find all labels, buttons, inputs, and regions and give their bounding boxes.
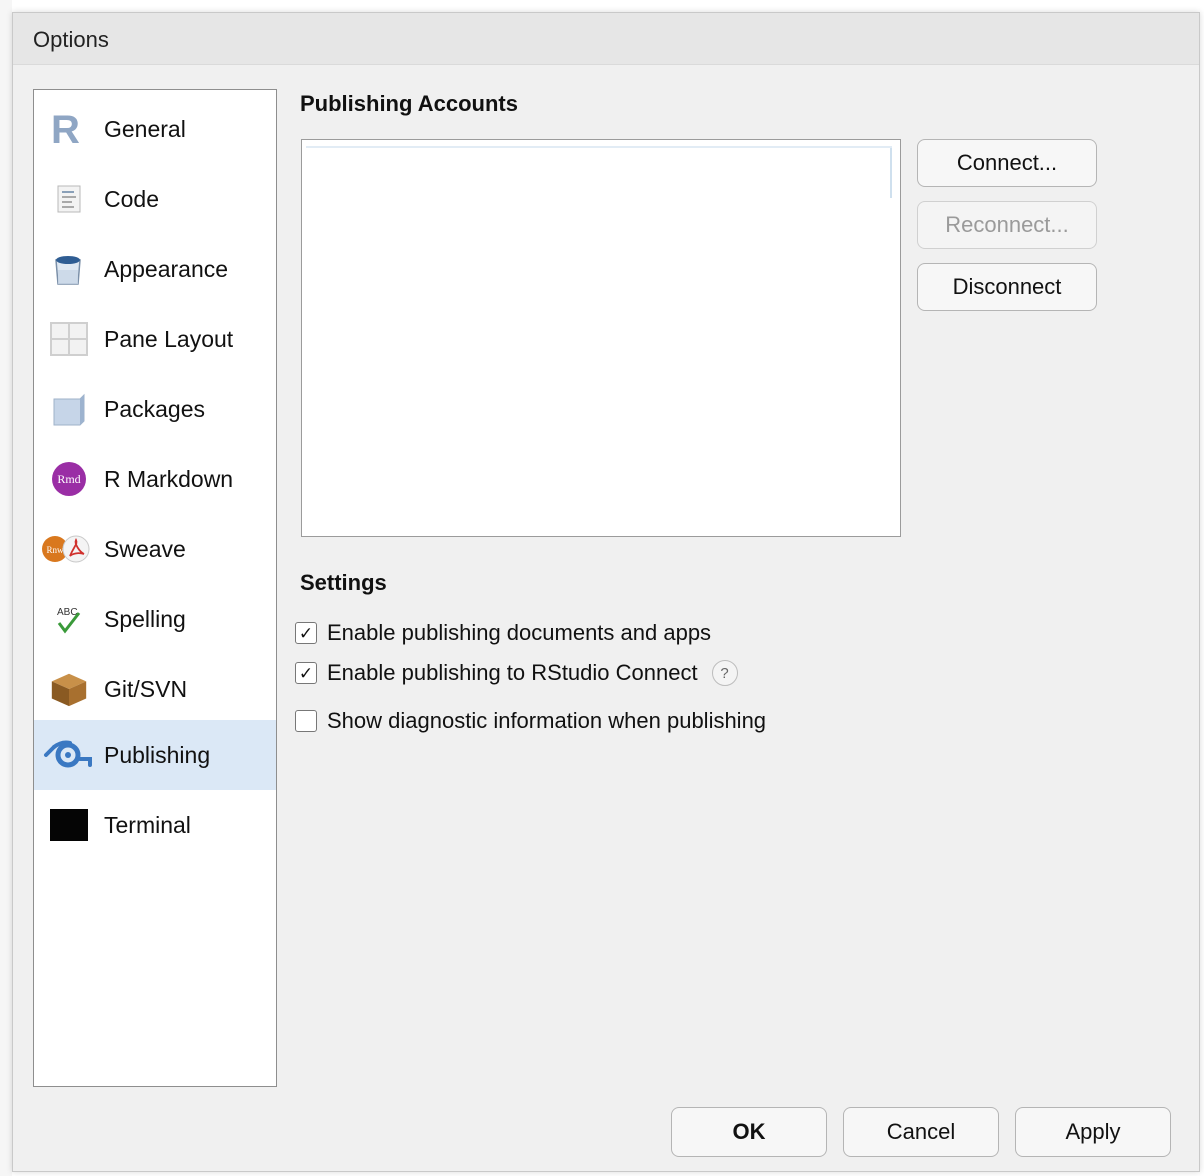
checkbox-show-diagnostics[interactable]	[295, 710, 317, 732]
svg-text:ABC: ABC	[57, 607, 78, 618]
disconnect-button[interactable]: Disconnect	[917, 263, 1097, 311]
publishing-accounts-list[interactable]	[301, 139, 901, 537]
svg-text:Rnw: Rnw	[46, 545, 64, 555]
apply-button[interactable]: Apply	[1015, 1107, 1171, 1157]
sidebar-item-label: Terminal	[104, 812, 191, 838]
options-dialog: Options R General Code Appearance Pane L…	[12, 12, 1200, 1172]
sidebar-item-label: Code	[104, 186, 159, 212]
sidebar-item-label: Git/SVN	[104, 676, 188, 702]
sidebar-item-label: Spelling	[104, 606, 186, 632]
option-enable-publishing[interactable]: ✓ Enable publishing documents and apps	[295, 618, 711, 648]
checkbox-label: Enable publishing documents and apps	[327, 620, 712, 645]
sidebar-item-code[interactable]: Code	[34, 164, 276, 234]
sidebar-item-pane-layout[interactable]: Pane Layout	[34, 304, 276, 374]
checkbox-label: Show diagnostic information when publish…	[327, 708, 767, 733]
help-icon[interactable]: ?	[711, 660, 738, 686]
window-title: Options	[33, 27, 109, 52]
sidebar-item-spelling[interactable]: ABC Spelling	[34, 584, 276, 654]
sidebar-item-r-markdown[interactable]: Rmd R Markdown	[34, 444, 276, 514]
publishing-accounts-heading: Publishing Accounts	[300, 91, 518, 116]
publishing-icon	[40, 734, 96, 776]
git-box-icon	[48, 668, 90, 710]
checkbox-enable-publishing[interactable]: ✓	[295, 622, 317, 644]
package-box-icon	[48, 388, 90, 430]
spelling-check-icon: ABC	[48, 598, 90, 640]
sidebar-item-appearance[interactable]: Appearance	[34, 234, 276, 304]
terminal-icon	[48, 804, 90, 846]
list-scroll-edge	[890, 148, 892, 198]
checkbox-enable-rstudio-connect[interactable]: ✓	[295, 662, 317, 684]
sidebar-item-label: Pane Layout	[104, 326, 234, 352]
svg-text:R: R	[51, 109, 80, 149]
title-bar: Options	[13, 13, 1199, 65]
sidebar-item-label: Sweave	[104, 536, 186, 562]
r-logo-icon: R	[48, 108, 90, 150]
settings-heading: Settings	[300, 570, 387, 595]
sidebar-item-label: General	[104, 116, 186, 142]
list-focus-edge	[306, 146, 892, 148]
paint-bucket-icon	[48, 248, 90, 290]
option-show-diagnostics[interactable]: Show diagnostic information when publish…	[295, 706, 766, 736]
sidebar-item-general[interactable]: R General	[34, 94, 276, 164]
connect-button[interactable]: Connect...	[917, 139, 1097, 187]
reconnect-button[interactable]: Reconnect...	[917, 201, 1097, 249]
background-window-edge	[0, 0, 12, 1176]
svg-text:Rmd: Rmd	[57, 472, 80, 486]
sidebar-item-publishing[interactable]: Publishing	[34, 720, 276, 790]
code-document-icon	[48, 178, 90, 220]
sidebar-item-terminal[interactable]: Terminal	[34, 790, 276, 860]
ok-button[interactable]: OK	[671, 1107, 827, 1157]
sidebar-item-label: Packages	[104, 396, 206, 422]
cancel-button[interactable]: Cancel	[843, 1107, 999, 1157]
pane-layout-icon	[48, 318, 90, 360]
option-enable-rstudio-connect[interactable]: ✓ Enable publishing to RStudio Connect ?	[295, 658, 738, 688]
rmd-icon: Rmd	[48, 458, 90, 500]
sidebar-item-packages[interactable]: Packages	[34, 374, 276, 444]
sidebar-item-label: Publishing	[104, 742, 211, 768]
sweave-pdf-icon: Rnw	[40, 528, 92, 570]
options-sidebar: R General Code Appearance Pane Layout Pa…	[33, 89, 277, 1087]
sidebar-item-label: R Markdown	[104, 466, 234, 492]
checkbox-label: Enable publishing to RStudio Connect	[327, 660, 698, 685]
sidebar-item-git-svn[interactable]: Git/SVN	[34, 654, 276, 724]
sidebar-item-sweave[interactable]: Rnw Sweave	[34, 514, 276, 584]
sidebar-item-label: Appearance	[104, 256, 229, 282]
